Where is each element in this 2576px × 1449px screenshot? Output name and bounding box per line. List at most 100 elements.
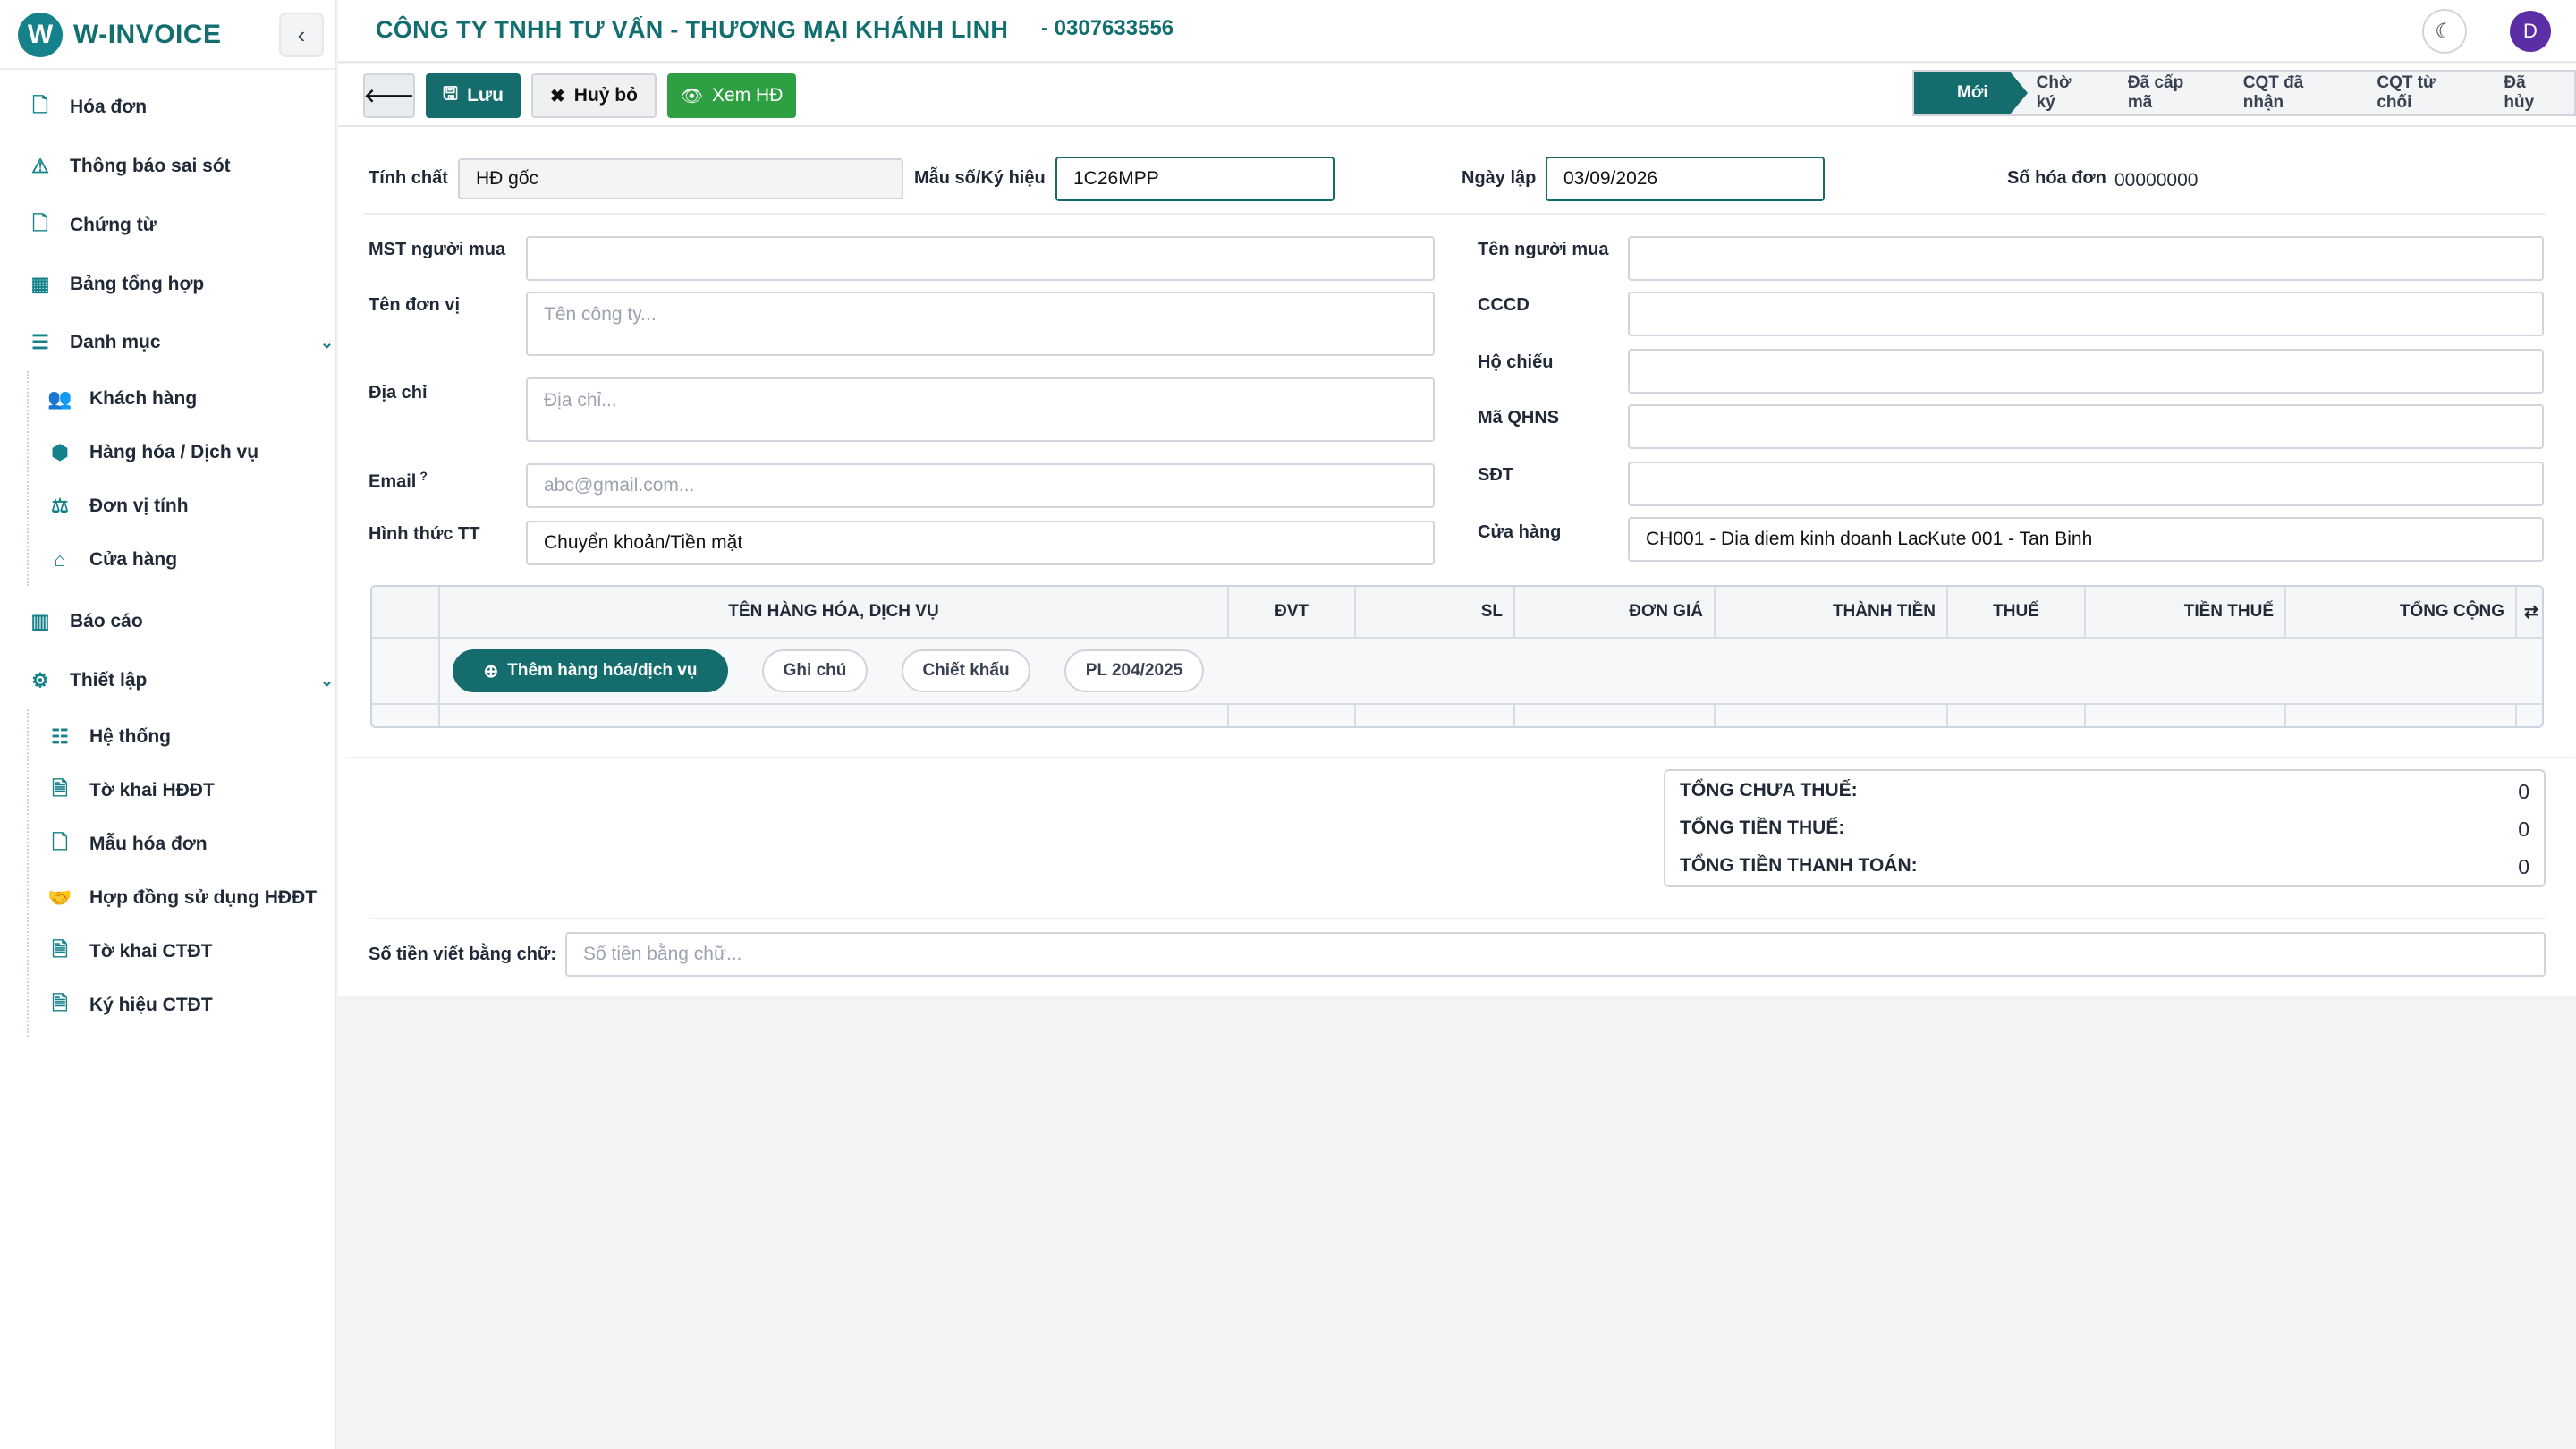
ma-qhns-input[interactable] [1628,404,2544,449]
scale-icon: ⚖ [51,495,69,517]
total-payment: Tổng tiền thanh toán: 0 [1680,855,2529,878]
save-button[interactable]: 🖫 Lưu [426,73,521,118]
chart-icon: ▥ [30,610,50,632]
pl-button[interactable]: PL 204/2025 [1064,649,1204,692]
dia-chi-input[interactable]: Địa chỉ... [526,377,1435,442]
ten-don-vi-input[interactable]: Tên công ty... [526,292,1435,356]
cancel-button[interactable]: ✖ Huỷ bỏ [531,73,657,118]
users-icon: 👥 [47,387,72,410]
sidebar-item-cua-hang[interactable]: ⌂ Cửa hàng [47,535,177,585]
table-header-thue: THUẾ [1948,587,2086,637]
note-button[interactable]: Ghi chú [762,649,868,692]
status-step-moi[interactable]: Mới [1914,72,2028,114]
sidebar-item-label: Hợp đồng sử dụng HĐĐT [89,887,318,908]
sidebar-item-label: Danh mục [70,332,161,352]
brand[interactable]: W W-INVOICE [18,13,222,57]
ten-nguoi-mua-input[interactable] [1628,236,2544,281]
help-icon[interactable]: ? [419,469,428,483]
so-hoa-don-label: Số hóa đơn [2007,168,2106,188]
add-item-button[interactable]: ⊕ Thêm hàng hóa/dịch vụ [453,649,728,692]
divider [347,757,2574,758]
status-step-cqt-da-nhan[interactable]: CQT đã nhận [2224,72,2358,114]
sidebar-item-chung-tu[interactable]: 🗋 Chứng từ [27,200,157,250]
theme-toggle-button[interactable]: ☾ [2422,9,2467,54]
ngay-lap-field[interactable]: 03/09/2026 [1546,157,1825,201]
total-label: Tổng tiền thanh toán: [1680,855,1918,876]
cccd-input[interactable] [1628,292,2544,336]
status-step-da-cap-ma[interactable]: Đã cấp mã [2108,72,2224,114]
email-input[interactable]: abc@gmail.com... [526,463,1435,508]
sidebar-item-bang-tong-hop[interactable]: ▦ Bảng tổng hợp [27,259,205,309]
col-divider [2284,703,2286,726]
cua-hang-select[interactable]: CH001 - Dia diem kinh doanh LacKute 001 … [1628,517,2544,562]
hinh-thuc-tt-select[interactable]: Chuyển khoản/Tiền mặt [526,521,1435,565]
hinh-thuc-tt-label: Hình thức TT [369,524,480,544]
sidebar-item-hop-dong[interactable]: 🤝 Hợp đồng sử dụng HĐĐT [47,873,317,923]
divider [0,68,335,70]
handshake-icon: 🤝 [47,886,72,909]
table-header-tien-thue: TIỀN THUẾ [2086,587,2286,637]
discount-button[interactable]: Chiết khấu [902,649,1030,692]
mau-so-field[interactable]: 1C26MPP [1055,157,1335,201]
ho-chieu-input[interactable] [1628,349,2544,394]
sdt-label: SĐT [1478,465,1513,485]
cccd-label: CCCD [1478,295,1530,315]
sidebar-item-danh-muc[interactable]: ☰ Danh mục ⌄ [27,318,334,368]
sidebar-item-to-khai-ctdt[interactable]: 🗎 Tờ khai CTĐT [47,927,212,977]
sidebar-item-label: Khách hàng [89,388,198,409]
sidebar-item-label: Hàng hóa / Dịch vụ [89,442,259,462]
store-icon: ⌂ [54,548,66,571]
sidebar-item-he-thong[interactable]: ☷ Hệ thống [47,712,171,762]
sidebar-item-bao-cao[interactable]: ▥ Báo cáo [27,597,143,647]
avatar[interactable]: D [2510,11,2551,52]
sidebar-item-thiet-lap[interactable]: ⚙ Thiết lập ⌄ [27,656,334,706]
add-item-label: Thêm hàng hóa/dịch vụ [507,661,698,680]
collapse-sidebar-button[interactable]: ‹ [279,13,324,57]
close-icon: ✖ [550,86,565,106]
placeholder: Địa chỉ... [544,390,617,411]
table-header-don-gia: ĐƠN GIÁ [1515,587,1716,637]
file-text-icon: 🗎 [52,777,68,800]
w-invoice-logo-icon: W [18,13,63,57]
save-label: Lưu [467,85,504,106]
col-divider [2084,703,2086,726]
table-header-ten-hang: TÊN HÀNG HÓA, DỊCH VỤ [440,587,1229,637]
sidebar-item-mau-hoa-don[interactable]: 🗋 Mẫu hóa đơn [47,819,208,869]
boxes-icon: ⬢ [51,441,69,463]
file-code-icon: 🗎 [52,992,68,1014]
mst-input[interactable] [526,236,1435,281]
total-value: 0 [2518,818,2529,841]
sidebar-item-label: Mẫu hóa đơn [89,834,208,854]
sidebar-item-khach-hang[interactable]: 👥 Khách hàng [47,374,197,424]
status-steps: Mới Chờ ký Đã cấp mã CQT đã nhận CQT từ … [1912,70,2576,116]
cua-hang-label: Cửa hàng [1478,522,1562,542]
column-settings-button[interactable]: ⇄ [2517,587,2542,637]
status-step-cho-ky[interactable]: Chờ ký [2010,72,2108,114]
moon-icon: ☾ [2435,19,2454,44]
sidebar-item-don-vi-tinh[interactable]: ⚖ Đơn vị tính [47,481,189,531]
totals-box: Tổng chưa thuế: 0 Tổng tiền thuế: 0 Tổng t… [1664,769,2546,887]
plus-circle-icon: ⊕ [483,661,499,682]
amount-words-input[interactable]: Số tiền bằng chữ... [565,932,2546,977]
sidebar-item-hoa-don[interactable]: 🗋 Hóa đơn [27,82,147,132]
table-header-sl: SL [1356,587,1515,637]
so-hoa-don-value: 00000000 [2114,170,2199,191]
view-invoice-button[interactable]: 👁 Xem HĐ [667,73,796,118]
sidebar-item-hang-hoa[interactable]: ⬢ Hàng hóa / Dịch vụ [47,428,258,478]
items-table: TÊN HÀNG HÓA, DỊCH VỤ ĐVT SL ĐƠN GIÁ THÀ… [370,585,2544,728]
status-step-da-huy[interactable]: Đã hủy [2484,72,2574,114]
sdt-input[interactable] [1628,462,2544,506]
status-step-cqt-tu-choi[interactable]: CQT từ chối [2357,72,2484,114]
table-header-tong-cong: TỔNG CỘNG [2286,587,2517,637]
ma-qhns-label: Mã QHNS [1478,408,1560,428]
sidebar-item-label: Tờ khai HĐĐT [89,780,215,801]
sidebar-item-label: Đơn vị tính [89,496,189,516]
company-name: CÔNG TY TNHH TƯ VẤN - THƯƠNG MẠI KHÁNH L… [376,16,1009,43]
total-label: Tổng tiền thuế: [1680,818,1845,838]
tinh-chat-field[interactable]: HĐ gốc [458,158,903,199]
sidebar-item-ky-hieu-ctdt[interactable]: 🗎 Ký hiệu CTĐT [47,980,213,1030]
sidebar-item-to-khai-hddt[interactable]: 🗎 Tờ khai HĐĐT [47,766,215,816]
ho-chieu-label: Hộ chiếu [1478,352,1554,372]
back-button[interactable]: 🡐 [363,73,415,118]
sidebar-item-thong-bao-sai-sot[interactable]: ⚠ Thông báo sai sót [27,141,231,191]
